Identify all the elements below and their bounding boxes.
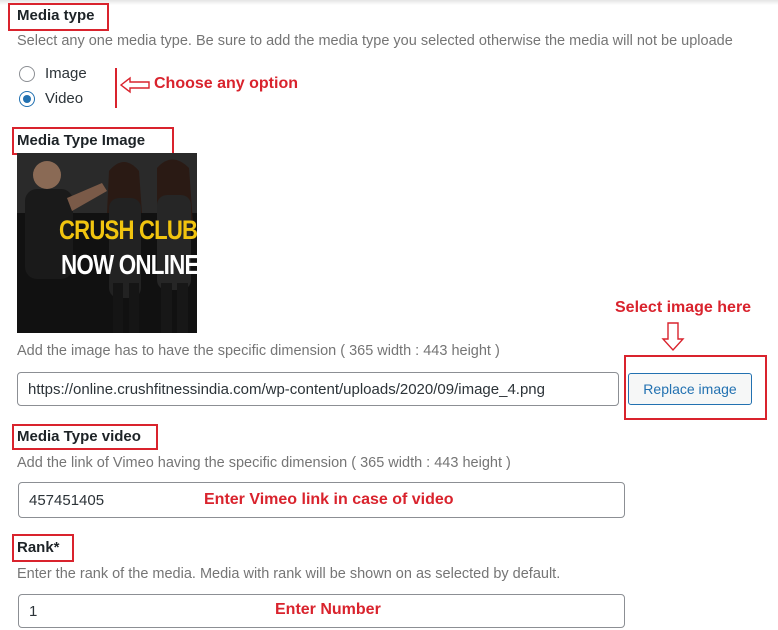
media-type-label: Media type: [17, 7, 95, 24]
radio-option-image[interactable]: Image: [19, 65, 87, 82]
radio-option-video[interactable]: Video: [19, 90, 83, 107]
thumbnail-headline-2: NOW ONLINE.: [61, 249, 197, 280]
radio-image-label: Image: [45, 65, 87, 82]
media-type-video-description: Add the link of Vimeo having the specifi…: [17, 455, 511, 471]
down-arrow-icon: [661, 322, 685, 352]
vimeo-link-annotation: Enter Vimeo link in case of video: [204, 491, 454, 508]
left-arrow-icon: [120, 76, 150, 94]
radio-video-button[interactable]: [19, 90, 35, 107]
image-url-input[interactable]: https://online.crushfitnessindia.com/wp-…: [17, 372, 619, 406]
media-type-image-description: Add the image has to have the specific d…: [17, 343, 500, 359]
rank-label: Rank*: [17, 539, 60, 556]
media-thumbnail: CRUSH CLUB NOW ONLINE.: [17, 153, 197, 333]
radio-image-button[interactable]: [19, 65, 35, 82]
top-edge-shadow: [0, 0, 778, 5]
media-type-image-label: Media Type Image: [17, 132, 146, 149]
media-type-description: Select any one media type. Be sure to ad…: [17, 33, 733, 49]
rank-annotation: Enter Number: [275, 601, 381, 618]
rank-description: Enter the rank of the media. Media with …: [17, 566, 561, 582]
choose-option-annotation: Choose any option: [154, 75, 298, 92]
replace-image-button[interactable]: Replace image: [628, 373, 752, 405]
radio-video-label: Video: [45, 90, 84, 107]
annotation-bracket-line: [115, 68, 117, 108]
thumbnail-headline-1: CRUSH CLUB: [59, 215, 197, 245]
select-image-annotation: Select image here: [615, 299, 752, 316]
media-type-video-label: Media Type video: [17, 428, 141, 445]
